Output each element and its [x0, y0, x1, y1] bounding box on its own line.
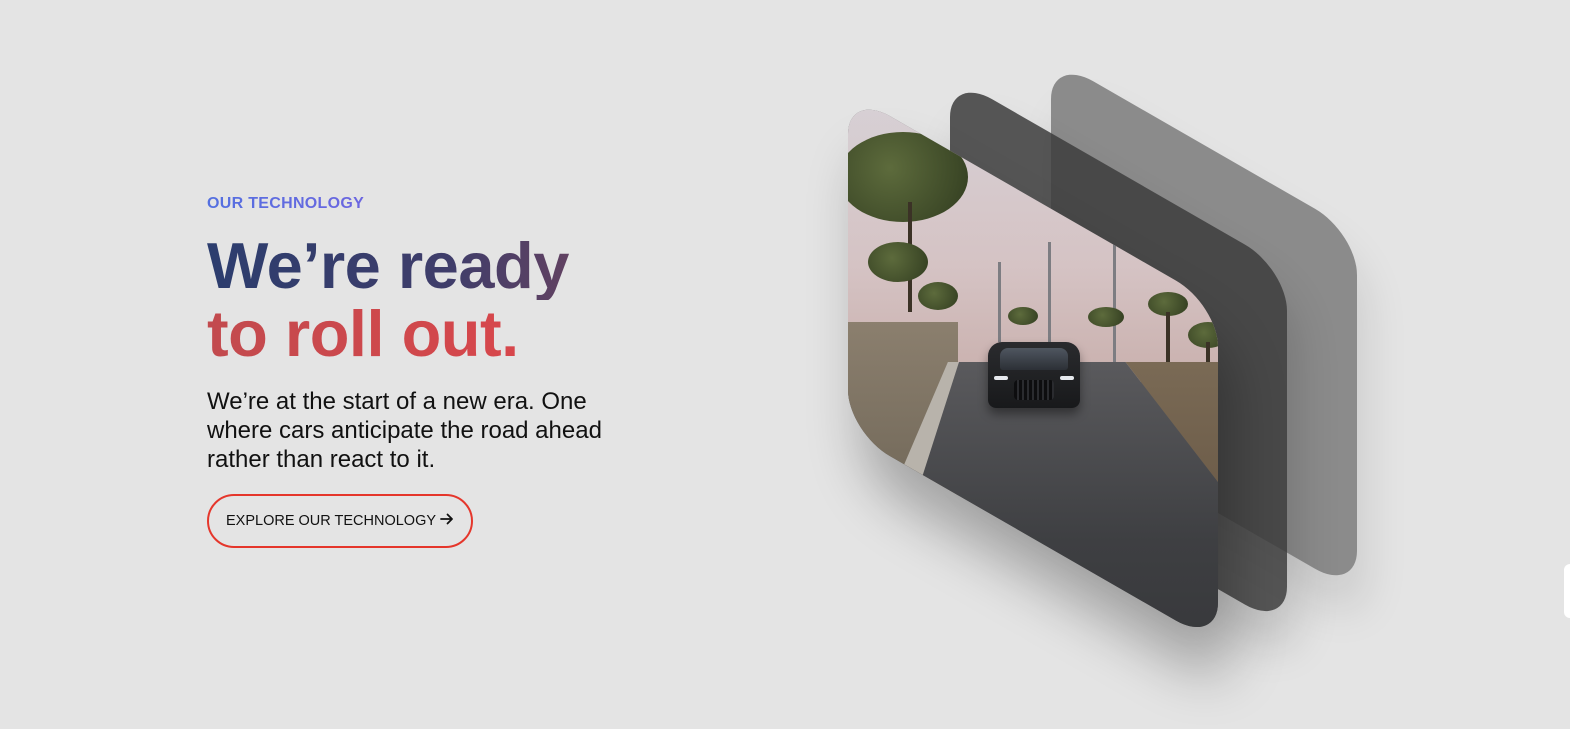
section-eyebrow: OUR TECHNOLOGY	[207, 194, 647, 214]
hero-copy: OUR TECHNOLOGY We’re ready to roll out. …	[207, 194, 647, 548]
side-drawer-tab[interactable]	[1564, 564, 1570, 618]
middle-layer-panel	[950, 75, 1287, 629]
hero-headline: We’re ready to roll out.	[207, 232, 647, 368]
back-layer-panel	[1051, 57, 1357, 593]
explore-technology-button[interactable]: EXPLORE OUR TECHNOLOGY	[207, 494, 473, 548]
explore-technology-label: EXPLORE OUR TECHNOLOGY	[225, 513, 437, 529]
headline-line-1: We’re ready	[207, 232, 647, 300]
hero-body-text: We’re at the start of a new era. One whe…	[207, 388, 602, 473]
car	[988, 342, 1080, 408]
driving-video-panel[interactable]	[848, 92, 1218, 645]
driving-scene-image	[848, 92, 1218, 645]
arrow-right-icon	[440, 513, 454, 529]
headline-line-2: to roll out.	[207, 300, 647, 368]
